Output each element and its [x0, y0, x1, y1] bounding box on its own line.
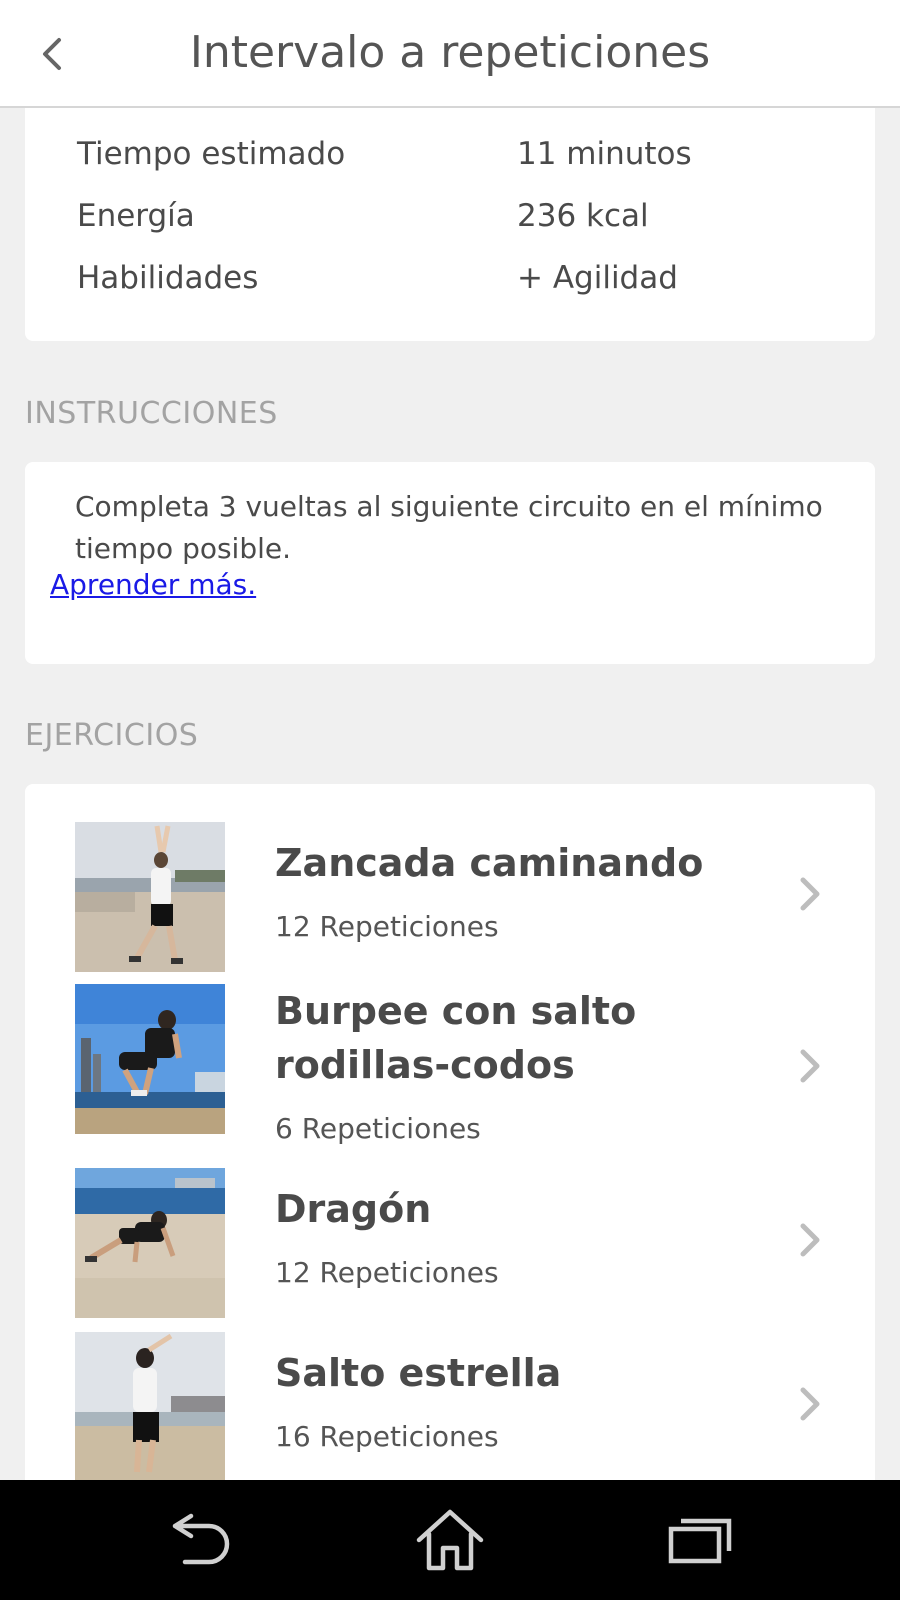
exercise-thumbnail	[75, 1168, 225, 1318]
instructions-heading: INSTRUCCIONES	[25, 396, 278, 431]
chevron-left-icon	[43, 38, 61, 70]
system-navigation-bar	[0, 1480, 900, 1600]
page-title: Intervalo a repeticiones	[189, 27, 711, 78]
exercise-row-star-jump[interactable]: Salto estrella 16 Repeticiones	[25, 1332, 875, 1482]
exercise-reps: 12 Repeticiones	[275, 1256, 499, 1289]
top-app-bar: Intervalo a repeticiones	[0, 0, 900, 108]
back-arrow-icon	[172, 1513, 230, 1565]
stat-row-skills: Habilidades + Agilidad	[77, 260, 857, 310]
stat-label: Tiempo estimado	[77, 136, 346, 172]
exercise-reps: 16 Repeticiones	[275, 1420, 499, 1453]
instructions-text: Completa 3 vueltas al siguiente circuito…	[75, 490, 823, 565]
exercise-name: Burpee con salto rodillas-codos	[275, 989, 637, 1087]
home-icon	[416, 1509, 484, 1571]
stat-value: + Agilidad	[517, 260, 678, 296]
exercise-name: Salto estrella	[275, 1351, 562, 1395]
app-screen: Intervalo a repeticiones Tiempo estimado…	[0, 0, 900, 1600]
chevron-right-icon	[800, 1049, 820, 1083]
exercise-row-burpee-knee-elbow-jump[interactable]: Burpee con salto rodillas-codos 6 Repeti…	[25, 984, 875, 1154]
nav-home-button[interactable]	[410, 1502, 490, 1578]
stat-value: 11 minutos	[517, 136, 692, 172]
stat-row-estimated-time: Tiempo estimado 11 minutos	[77, 136, 857, 186]
chevron-right-icon	[800, 1387, 820, 1421]
exercise-name: Zancada caminando	[275, 841, 704, 885]
stat-value: 236 kcal	[517, 198, 649, 234]
chevron-right-icon	[800, 1223, 820, 1257]
stat-row-energy: Energía 236 kcal	[77, 198, 857, 248]
chevron-right-icon	[800, 877, 820, 911]
back-button[interactable]	[24, 26, 80, 82]
exercises-card: Zancada caminando 12 Repeticiones Burpee…	[25, 784, 875, 1504]
exercise-row-dragon[interactable]: Dragón 12 Repeticiones	[25, 1168, 875, 1318]
learn-more-link[interactable]: Aprender más.	[50, 568, 256, 601]
exercise-reps: 6 Repeticiones	[275, 1112, 481, 1145]
exercise-thumbnail	[75, 984, 225, 1134]
workout-stats-card: Tiempo estimado 11 minutos Energía 236 k…	[25, 100, 875, 341]
instructions-card: Completa 3 vueltas al siguiente circuito…	[25, 462, 875, 664]
exercises-heading: EJERCICIOS	[25, 718, 199, 753]
exercise-row-walking-lunge[interactable]: Zancada caminando 12 Repeticiones	[25, 822, 875, 972]
exercise-thumbnail	[75, 822, 225, 972]
nav-recents-button[interactable]	[660, 1502, 740, 1578]
exercise-reps: 12 Repeticiones	[275, 910, 499, 943]
stat-label: Energía	[77, 198, 195, 234]
stat-label: Habilidades	[77, 260, 259, 296]
exercise-name: Dragón	[275, 1187, 432, 1231]
nav-back-button[interactable]	[160, 1502, 240, 1578]
exercise-thumbnail	[75, 1332, 225, 1482]
recent-apps-icon	[668, 1518, 732, 1564]
